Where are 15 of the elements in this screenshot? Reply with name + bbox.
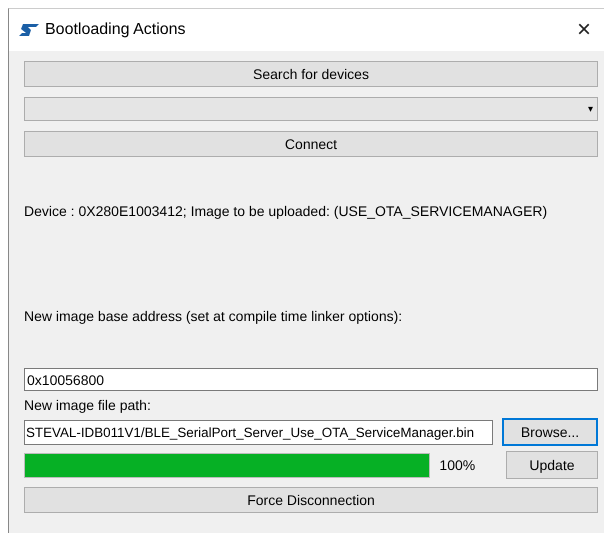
search-button[interactable]: Search for devices [24,61,598,87]
field-label: New image file path: [24,397,152,413]
connect-button[interactable]: Connect [24,131,598,157]
close-button[interactable]: × [564,16,604,44]
window-title: Bootloading Actions [45,21,187,39]
browse-button[interactable]: Browse... [502,418,598,446]
update-button[interactable]: Update [506,451,598,479]
disconnect-button[interactable]: Force Disconnection [24,487,598,513]
input-field[interactable]: 0x10056800 [24,368,598,391]
field-label: New image base address (set at compile time linker options): [24,308,404,324]
device-info: Device : 0X280E1003412; Image to be uploaded: (USE_OTA_SERVICEMANAGER) [24,203,548,219]
device-dropdown[interactable]: ▾ [24,97,598,121]
progress-reading: 100% [439,457,476,473]
input-field[interactable]: STEVAL-IDB011V1/BLE_SerialPort_Server_Use_OTA_ServiceManager.bin [24,420,493,444]
logo-icon [19,24,39,36]
